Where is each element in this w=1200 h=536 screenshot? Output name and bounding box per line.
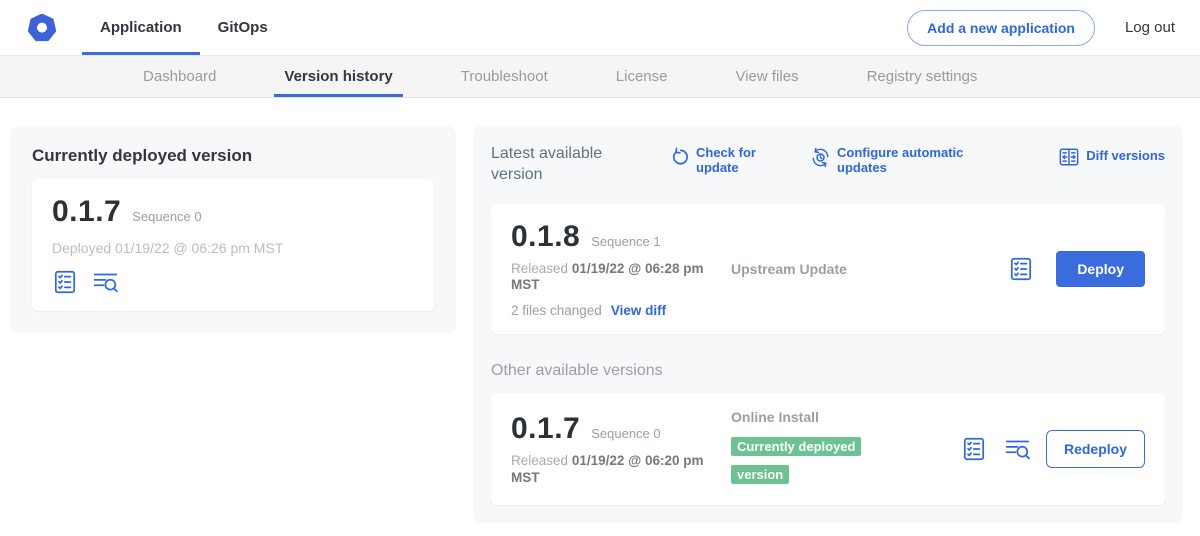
currently-deployed-badge: Currently deployed version xyxy=(731,437,861,484)
other-source-label: Online Install xyxy=(731,409,961,425)
app-logo-icon xyxy=(28,0,56,55)
top-header: Application GitOps Add a new application… xyxy=(0,0,1200,56)
configure-automatic-updates-link[interactable]: Configure automatic updates xyxy=(810,146,969,176)
latest-version-number: 0.1.8 xyxy=(511,220,580,254)
latest-available-title: Latest available version xyxy=(491,144,639,186)
available-versions-panel: Latest available version Check for updat… xyxy=(473,126,1183,523)
view-logs-icon[interactable] xyxy=(92,269,120,295)
diff-versions-link[interactable]: Diff versions xyxy=(1058,146,1165,167)
latest-version-actions: Deploy xyxy=(1008,251,1145,287)
currently-deployed-badge-wrap: Currently deployed version xyxy=(731,433,909,489)
latest-source-label: Upstream Update xyxy=(731,261,1008,277)
deployed-panel-title: Currently deployed version xyxy=(32,146,434,166)
latest-version-row: 0.1.8 Sequence 1 xyxy=(511,220,711,254)
latest-sequence-label: Sequence 1 xyxy=(591,234,660,249)
subtab-dashboard[interactable]: Dashboard xyxy=(133,56,226,97)
app-subnav: Dashboard Version history Troubleshoot L… xyxy=(0,56,1200,98)
primary-tabs: Application GitOps xyxy=(82,0,286,55)
preflight-checks-icon[interactable] xyxy=(961,436,987,462)
other-version-row: 0.1.7 Sequence 0 xyxy=(511,412,711,446)
other-version-card: 0.1.7 Sequence 0 Released 01/19/22 @ 06:… xyxy=(491,393,1165,505)
subtab-view-files[interactable]: View files xyxy=(725,56,808,97)
latest-version-card: 0.1.8 Sequence 1 Released 01/19/22 @ 06:… xyxy=(491,204,1165,335)
add-application-button[interactable]: Add a new application xyxy=(907,10,1095,46)
subtab-registry-settings[interactable]: Registry settings xyxy=(857,56,988,97)
latest-version-info: 0.1.8 Sequence 1 Released 01/19/22 @ 06:… xyxy=(511,220,711,319)
deploy-button[interactable]: Deploy xyxy=(1056,251,1145,287)
preflight-checks-icon[interactable] xyxy=(1008,256,1034,282)
deployed-timestamp: Deployed 01/19/22 @ 06:26 pm MST xyxy=(52,240,414,256)
files-changed-label: 2 files changed xyxy=(511,303,602,318)
available-panel-header: Latest available version Check for updat… xyxy=(491,144,1165,186)
released-label: Released xyxy=(511,261,568,276)
logout-button[interactable]: Log out xyxy=(1125,19,1175,36)
diff-versions-label: Diff versions xyxy=(1086,149,1165,164)
check-for-update-link[interactable]: Check for update xyxy=(670,146,768,176)
refresh-icon xyxy=(670,147,690,167)
deployed-version-number: 0.1.7 xyxy=(52,195,121,229)
view-diff-link[interactable]: View diff xyxy=(611,303,666,318)
deployed-card-actions xyxy=(52,269,414,295)
preflight-checks-icon[interactable] xyxy=(52,269,78,295)
diff-versions-icon xyxy=(1058,147,1080,167)
other-sequence-label: Sequence 0 xyxy=(591,426,660,441)
main-content: Currently deployed version 0.1.7 Sequenc… xyxy=(0,98,1200,523)
subtab-version-history[interactable]: Version history xyxy=(274,56,402,97)
currently-deployed-panel: Currently deployed version 0.1.7 Sequenc… xyxy=(10,126,456,333)
tab-application[interactable]: Application xyxy=(82,0,200,55)
redeploy-button[interactable]: Redeploy xyxy=(1046,430,1145,468)
tab-gitops[interactable]: GitOps xyxy=(200,0,286,55)
auto-update-clock-icon xyxy=(810,147,831,168)
header-actions: Add a new application Log out xyxy=(907,0,1175,55)
released-label: Released xyxy=(511,453,568,468)
check-for-update-label: Check for update xyxy=(696,146,768,176)
subtab-license[interactable]: License xyxy=(606,56,678,97)
other-released-line: Released 01/19/22 @ 06:20 pm MST xyxy=(511,453,711,487)
view-logs-icon[interactable] xyxy=(1004,436,1032,462)
other-version-actions: Redeploy xyxy=(961,430,1145,468)
latest-version-source: Upstream Update xyxy=(711,261,1008,277)
tab-application-label: Application xyxy=(100,19,182,36)
configure-automatic-updates-label: Configure automatic updates xyxy=(837,146,969,176)
tab-gitops-label: GitOps xyxy=(218,19,268,36)
subtab-troubleshoot[interactable]: Troubleshoot xyxy=(451,56,558,97)
latest-files-row: 2 files changed View diff xyxy=(511,303,711,318)
deployed-sequence-label: Sequence 0 xyxy=(132,209,201,224)
deployed-version-row: 0.1.7 Sequence 0 xyxy=(52,195,414,229)
other-version-info: 0.1.7 Sequence 0 Released 01/19/22 @ 06:… xyxy=(511,412,711,487)
latest-released-line: Released 01/19/22 @ 06:28 pm MST xyxy=(511,261,711,295)
other-version-source: Online Install Currently deployed versio… xyxy=(711,409,961,489)
deployed-version-card: 0.1.7 Sequence 0 Deployed 01/19/22 @ 06:… xyxy=(32,179,434,311)
other-version-number: 0.1.7 xyxy=(511,412,580,446)
other-versions-title: Other available versions xyxy=(491,362,1165,380)
